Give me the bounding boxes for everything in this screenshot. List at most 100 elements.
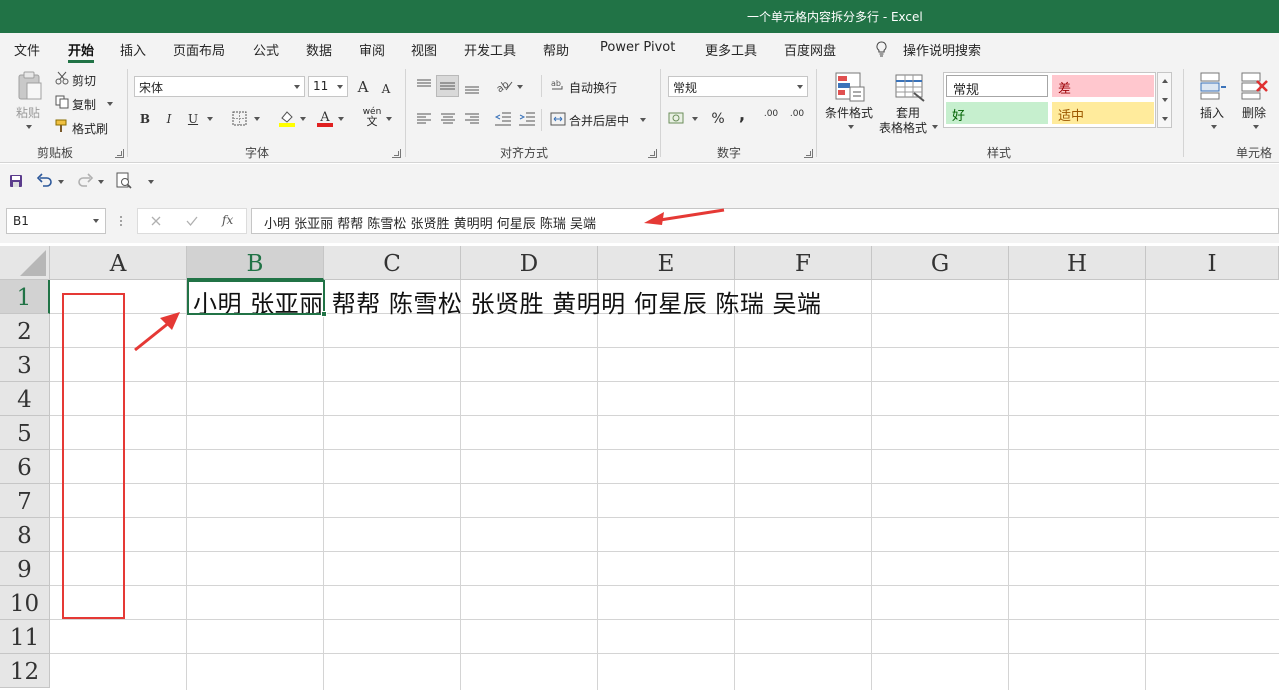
row-header-12[interactable]: 12 bbox=[0, 654, 50, 688]
customize-qat-icon[interactable] bbox=[148, 180, 154, 184]
enter-icon[interactable] bbox=[186, 215, 198, 227]
align-center-icon[interactable] bbox=[439, 112, 457, 126]
italic-button[interactable]: I bbox=[158, 108, 180, 130]
formula-input[interactable]: 小明 张亚丽 帮帮 陈雪松 张贤胜 黄明明 何星辰 陈瑞 吴端 bbox=[251, 208, 1279, 234]
name-box-dropdown-icon[interactable] bbox=[93, 219, 99, 223]
tab-file[interactable]: 文件 bbox=[14, 40, 40, 59]
phonetic-dropdown-icon[interactable] bbox=[386, 117, 392, 121]
font-color-icon[interactable]: A bbox=[316, 109, 334, 127]
format-painter-button[interactable]: 格式刷 bbox=[72, 120, 108, 137]
borders-dropdown-icon[interactable] bbox=[254, 117, 260, 121]
font-color-dropdown-icon[interactable] bbox=[338, 117, 344, 121]
format-as-table-button[interactable]: 表格格式 bbox=[879, 119, 927, 136]
align-middle-button[interactable] bbox=[436, 75, 459, 97]
underline-button[interactable]: U bbox=[182, 108, 204, 130]
tab-power-pivot[interactable]: Power Pivot bbox=[600, 40, 675, 55]
fill-color-dropdown-icon[interactable] bbox=[300, 117, 306, 121]
select-all-button[interactable] bbox=[0, 246, 50, 280]
tab-home[interactable]: 开始 bbox=[68, 40, 94, 59]
align-right-icon[interactable] bbox=[463, 112, 481, 126]
column-header-f[interactable]: F bbox=[735, 246, 872, 280]
bold-button[interactable]: B bbox=[134, 108, 156, 130]
font-size-select[interactable]: 11 bbox=[308, 76, 348, 97]
tab-review[interactable]: 审阅 bbox=[359, 40, 385, 59]
tab-view[interactable]: 视图 bbox=[411, 40, 437, 59]
row-header-1[interactable]: 1 bbox=[0, 280, 50, 314]
copy-button[interactable]: 复制 bbox=[72, 96, 96, 113]
increase-indent-icon[interactable] bbox=[518, 111, 536, 127]
conditional-formatting-button[interactable]: 条件格式 bbox=[825, 104, 873, 121]
column-header-b[interactable]: B bbox=[187, 246, 324, 280]
accounting-format-icon[interactable] bbox=[668, 110, 688, 126]
style-bad[interactable]: 差 bbox=[1052, 75, 1154, 97]
column-header-g[interactable]: G bbox=[872, 246, 1009, 280]
fill-color-icon[interactable] bbox=[278, 109, 296, 127]
undo-icon[interactable] bbox=[36, 172, 54, 188]
redo-dropdown-icon[interactable] bbox=[98, 180, 104, 184]
undo-dropdown-icon[interactable] bbox=[58, 180, 64, 184]
tab-help[interactable]: 帮助 bbox=[543, 40, 569, 59]
tab-formulas[interactable]: 公式 bbox=[253, 40, 279, 59]
number-format-select[interactable]: 常规 bbox=[668, 76, 808, 97]
borders-icon[interactable] bbox=[232, 111, 247, 126]
cut-button[interactable]: 剪切 bbox=[72, 72, 96, 89]
number-launcher-icon[interactable] bbox=[804, 149, 813, 158]
column-header-c[interactable]: C bbox=[324, 246, 461, 280]
name-box[interactable]: B1 bbox=[6, 208, 106, 234]
paste-dropdown-icon[interactable] bbox=[26, 125, 32, 129]
insert-function-button[interactable]: fx bbox=[222, 213, 233, 227]
shrink-font-button[interactable]: A bbox=[375, 78, 397, 100]
row-header-2[interactable]: 2 bbox=[0, 314, 50, 348]
decrease-indent-icon[interactable] bbox=[494, 111, 512, 127]
wrap-text-button[interactable]: 自动换行 bbox=[569, 79, 617, 96]
style-normal[interactable]: 常规 bbox=[946, 75, 1048, 98]
more-styles-icon[interactable] bbox=[1162, 117, 1168, 121]
row-header-9[interactable]: 9 bbox=[0, 552, 50, 586]
tell-me-search[interactable]: 操作说明搜索 bbox=[903, 40, 981, 59]
copy-dropdown-icon[interactable] bbox=[107, 102, 113, 106]
grow-font-button[interactable]: A bbox=[352, 76, 374, 98]
tab-baidu-netdisk[interactable]: 百度网盘 bbox=[784, 40, 836, 59]
tab-insert[interactable]: 插入 bbox=[120, 40, 146, 59]
row-header-5[interactable]: 5 bbox=[0, 416, 50, 450]
align-top-icon[interactable] bbox=[415, 77, 433, 93]
font-name-select[interactable]: 宋体 bbox=[134, 76, 305, 97]
save-icon[interactable] bbox=[9, 174, 23, 188]
font-launcher-icon[interactable] bbox=[392, 149, 401, 158]
row-header-6[interactable]: 6 bbox=[0, 450, 50, 484]
accounting-dropdown-icon[interactable] bbox=[692, 117, 698, 121]
phonetic-guide-button[interactable]: wén 文 bbox=[362, 107, 382, 131]
row-header-3[interactable]: 3 bbox=[0, 348, 50, 382]
row-header-7[interactable]: 7 bbox=[0, 484, 50, 518]
row-header-4[interactable]: 4 bbox=[0, 382, 50, 416]
style-neutral[interactable]: 适中 bbox=[1052, 102, 1154, 124]
style-good[interactable]: 好 bbox=[946, 102, 1048, 124]
column-header-i[interactable]: I bbox=[1146, 246, 1279, 280]
fill-handle[interactable] bbox=[321, 311, 327, 317]
column-header-e[interactable]: E bbox=[598, 246, 735, 280]
redo-icon[interactable] bbox=[76, 172, 94, 188]
underline-dropdown-icon[interactable] bbox=[207, 117, 213, 121]
tab-developer[interactable]: 开发工具 bbox=[464, 40, 516, 59]
insert-dropdown-icon[interactable] bbox=[1211, 125, 1217, 129]
scroll-up-icon[interactable] bbox=[1162, 79, 1168, 83]
column-header-a[interactable]: A bbox=[50, 246, 187, 280]
tab-more-tools[interactable]: 更多工具 bbox=[705, 40, 757, 59]
column-header-h[interactable]: H bbox=[1009, 246, 1146, 280]
alignment-launcher-icon[interactable] bbox=[648, 149, 657, 158]
clipboard-launcher-icon[interactable] bbox=[115, 149, 124, 158]
row-header-10[interactable]: 10 bbox=[0, 586, 50, 620]
row-header-8[interactable]: 8 bbox=[0, 518, 50, 552]
spreadsheet-grid[interactable]: A B C D E F G H I 1 2 3 4 5 6 7 8 9 10 1… bbox=[0, 246, 1279, 690]
increase-decimal-button[interactable]: .00 bbox=[760, 108, 782, 130]
resize-handle-icon[interactable] bbox=[119, 214, 123, 228]
delete-cells-button[interactable]: 删除 bbox=[1242, 104, 1266, 121]
row-header-11[interactable]: 11 bbox=[0, 620, 50, 654]
orientation-icon[interactable]: ab bbox=[494, 76, 514, 94]
orientation-dropdown-icon[interactable] bbox=[517, 85, 523, 89]
tab-data[interactable]: 数据 bbox=[306, 40, 332, 59]
styles-gallery-scroll[interactable] bbox=[1157, 72, 1172, 128]
tab-page-layout[interactable]: 页面布局 bbox=[173, 40, 225, 59]
merge-dropdown-icon[interactable] bbox=[640, 118, 646, 122]
delete-dropdown-icon[interactable] bbox=[1253, 125, 1259, 129]
